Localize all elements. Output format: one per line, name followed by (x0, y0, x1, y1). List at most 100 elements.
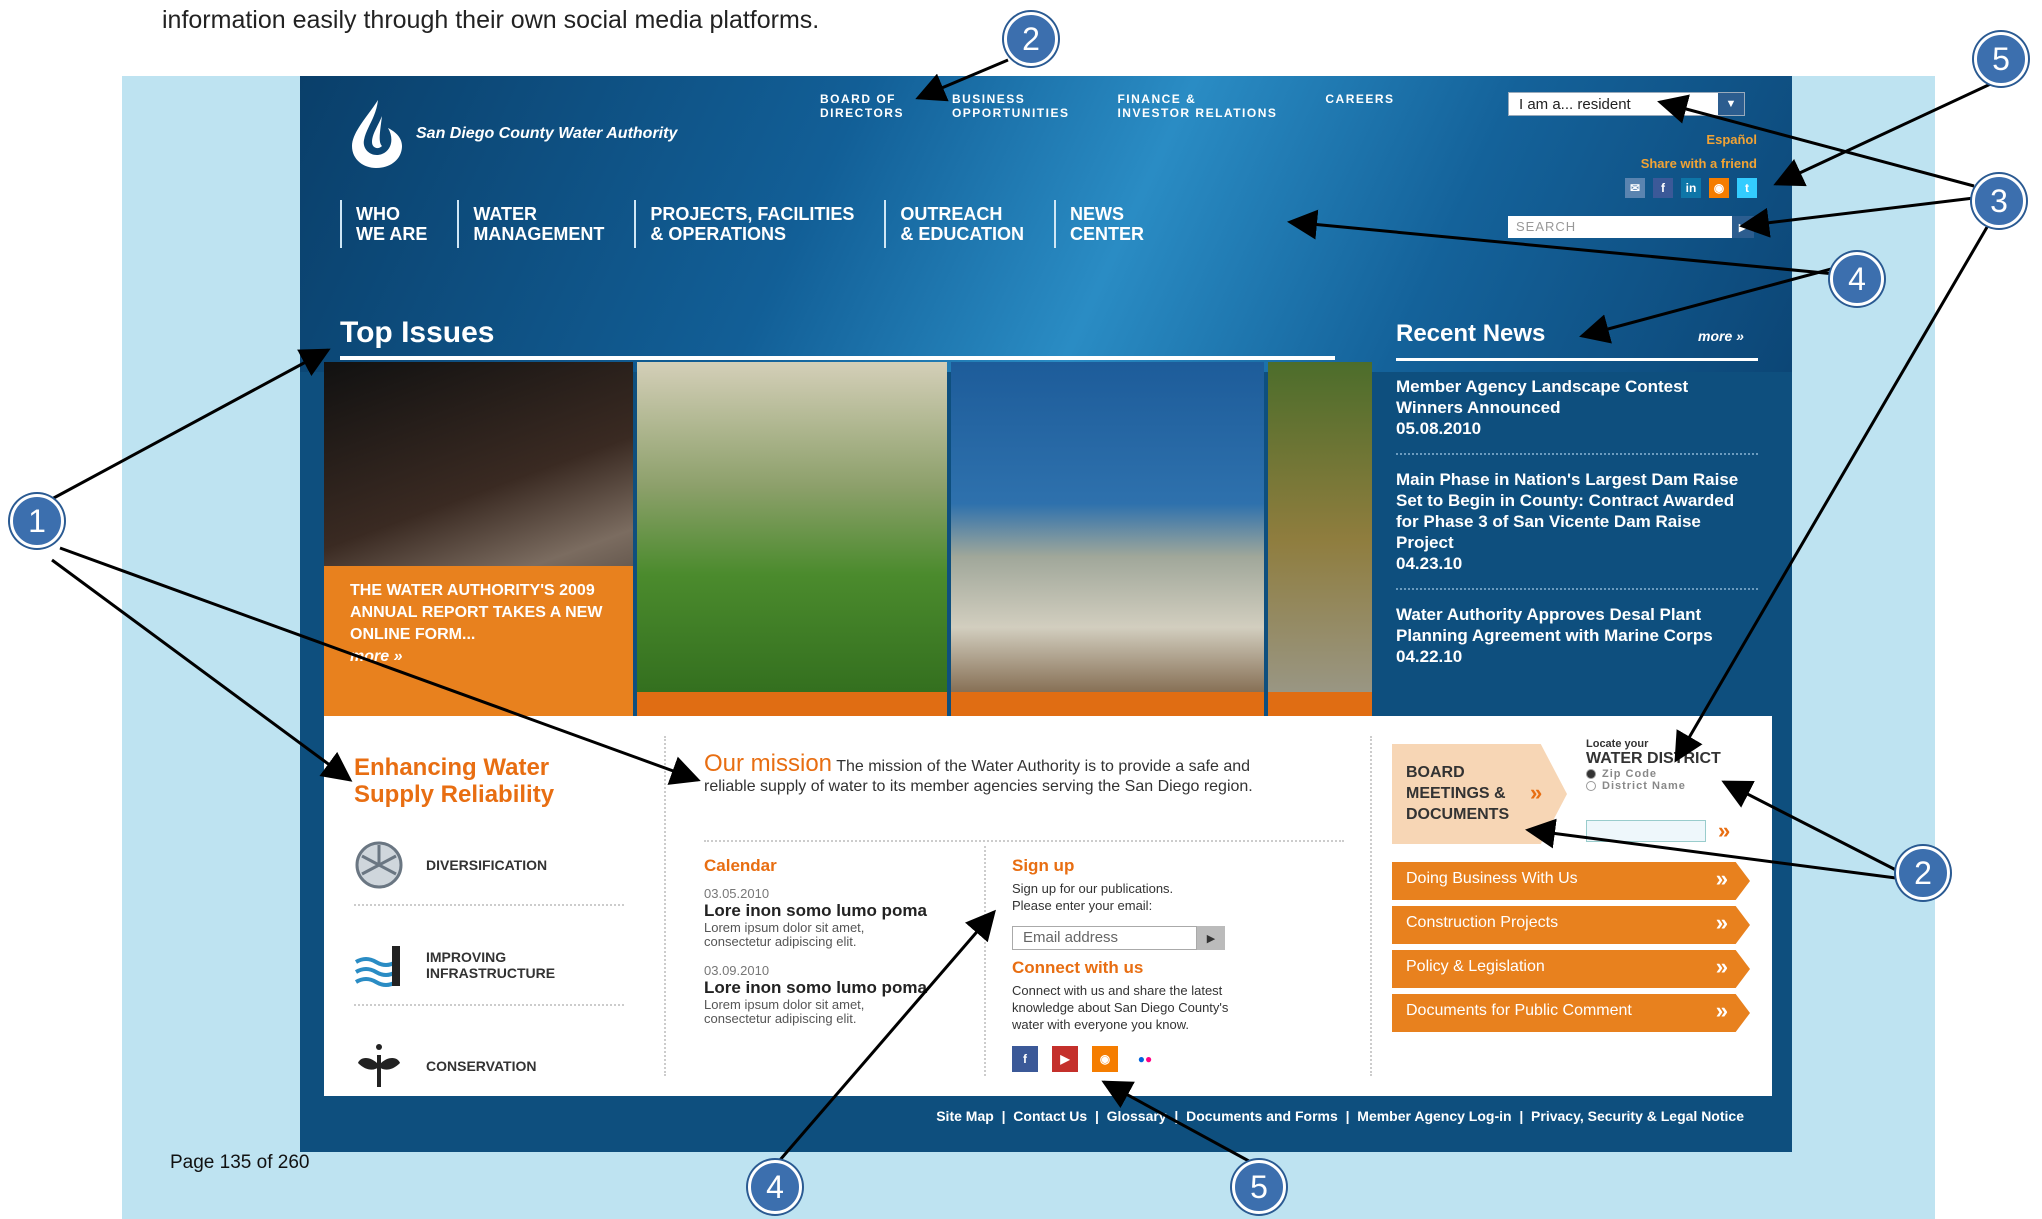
nav-outreach[interactable]: OUTREACH & EDUCATION (884, 200, 1038, 248)
nav-news-center[interactable]: NEWS CENTER (1054, 200, 1158, 248)
doing-business-button[interactable]: Doing Business With Us » (1392, 862, 1750, 900)
calendar-heading: Calendar (704, 856, 777, 875)
locate-small-label: Locate your (1586, 738, 1649, 750)
calendar-item[interactable]: 03.05.2010 Lore inon somo lumo poma Lore… (704, 886, 964, 949)
locate-district-widget: Locate your WATER DISTRICT Zip Code Dist… (1586, 738, 1721, 792)
espanol-link[interactable]: Español (1706, 132, 1757, 147)
nav-water-management[interactable]: WATER MANAGEMENT (457, 200, 618, 248)
annotation-badge-1: 1 (10, 494, 64, 548)
annotation-badge-5-top: 5 (1974, 32, 2028, 86)
board-meetings-button[interactable]: BOARD MEETINGS & DOCUMENTS » (1392, 744, 1567, 844)
slide-garden-image[interactable] (1268, 362, 1372, 716)
recent-news-list: Member Agency Landscape Contest Winners … (1396, 376, 1758, 695)
connect-text: Connect with us and share the latest kno… (1012, 983, 1229, 1032)
column-divider (664, 736, 666, 1076)
search-input[interactable]: SEARCH (1508, 216, 1732, 238)
footer-link-glossary[interactable]: Glossary (1107, 1108, 1167, 1124)
district-go-button[interactable]: » (1718, 818, 1730, 844)
slide-dam-image[interactable] (951, 362, 1264, 716)
twitter-icon[interactable]: t (1737, 178, 1757, 198)
slide-caption[interactable]: THE WATER AUTHORITY'S 2009 ANNUAL REPORT… (324, 566, 633, 716)
radio-district-name[interactable]: District Name (1586, 780, 1721, 792)
radio-zip-label: Zip Code (1602, 768, 1658, 780)
calendar-item[interactable]: 03.09.2010 Lore inon somo lumo poma Lore… (704, 963, 964, 1026)
footer-link-site-map[interactable]: Site Map (936, 1108, 994, 1124)
email-icon[interactable]: ✉ (1625, 178, 1645, 198)
footer-link-member-login[interactable]: Member Agency Log-in (1357, 1108, 1511, 1124)
radio-zip-code[interactable]: Zip Code (1586, 768, 1721, 780)
nav-projects[interactable]: PROJECTS, FACILITIES & OPERATIONS (634, 200, 868, 248)
signup-heading: Sign up (1012, 856, 1075, 875)
annotation-badge-4-bottom: 4 (748, 1160, 802, 1214)
news-item[interactable]: Water Authority Approves Desal Plant Pla… (1396, 604, 1758, 681)
construction-projects-button[interactable]: Construction Projects » (1392, 906, 1750, 944)
slide-tab[interactable] (951, 692, 1264, 716)
radio-unselected-icon[interactable] (1586, 781, 1596, 791)
search-button[interactable]: ▶ (1732, 216, 1754, 238)
enhancing-item-conservation[interactable]: CONSERVATION (354, 1026, 624, 1106)
enhancing-label: CONSERVATION (426, 1058, 537, 1074)
util-nav-finance[interactable]: FINANCE & INVESTOR RELATIONS (1117, 92, 1277, 120)
recent-news-more-link[interactable]: more » (1698, 328, 1744, 344)
linkedin-icon[interactable]: in (1681, 178, 1701, 198)
news-date: 05.08.2010 (1396, 419, 1482, 438)
recent-news-heading: Recent News (1396, 320, 1546, 347)
i-am-a-select[interactable]: I am a... resident ▼ (1508, 92, 1745, 116)
mission-heading: Our mission (704, 750, 833, 777)
flickr-icon[interactable]: ● ● (1132, 1046, 1158, 1072)
signup-text: Sign up for our publications. Please ent… (1012, 881, 1174, 913)
footer-link-documents[interactable]: Documents and Forms (1186, 1108, 1338, 1124)
enhancing-label: IMPROVING INFRASTRUCTURE (426, 949, 556, 981)
water-drop-logo-icon (352, 100, 402, 168)
radio-selected-icon[interactable] (1586, 769, 1596, 779)
news-item[interactable]: Main Phase in Nation's Largest Dam Raise… (1396, 469, 1758, 590)
footer-separator: | (1087, 1108, 1107, 1124)
double-chevron-right-icon: » (1715, 866, 1728, 891)
rss-icon[interactable]: ◉ (1092, 1046, 1118, 1072)
double-chevron-right-icon: » (1715, 910, 1728, 935)
rss-icon[interactable]: ◉ (1709, 178, 1729, 198)
slide-tab[interactable] (1268, 692, 1372, 716)
enhancing-label: DIVERSIFICATION (426, 857, 548, 873)
footer-separator: | (1337, 1108, 1358, 1124)
slide-sprinkler-image[interactable] (637, 362, 947, 716)
email-field[interactable]: Email address (1012, 926, 1197, 950)
share-link[interactable]: Share with a friend (1641, 156, 1757, 171)
chevron-down-icon[interactable]: ▼ (1718, 93, 1744, 115)
orange-button-label: Construction Projects (1406, 914, 1559, 931)
recent-news-divider (1396, 358, 1758, 361)
top-issues-heading: Top Issues (340, 316, 495, 349)
footer-link-privacy[interactable]: Privacy, Security & Legal Notice (1531, 1108, 1744, 1124)
enhancing-item-infrastructure[interactable]: IMPROVING INFRASTRUCTURE (354, 926, 624, 1006)
main-nav: WHO WE ARE WATER MANAGEMENT PROJECTS, FA… (340, 200, 1174, 248)
email-submit-button[interactable]: ▶ (1197, 926, 1225, 950)
orange-button-label: Policy & Legislation (1406, 958, 1545, 975)
annotation-badge-2-bottom: 2 (1896, 846, 1950, 900)
util-nav-business[interactable]: BUSINESS OPPORTUNITIES (952, 92, 1070, 120)
calendar-date: 03.05.2010 (704, 886, 770, 901)
site-logo[interactable]: San Diego County Water Authority (348, 98, 677, 170)
nav-who-we-are[interactable]: WHO WE ARE (340, 200, 441, 248)
facebook-icon[interactable]: f (1653, 178, 1673, 198)
calendar-event-name: Lore inon somo lumo poma (704, 978, 927, 997)
facebook-icon[interactable]: f (1012, 1046, 1038, 1072)
orange-button-list: Doing Business With Us » Construction Pro… (1392, 862, 1750, 1038)
slide-welder-image[interactable]: THE WATER AUTHORITY'S 2009 ANNUAL REPORT… (324, 362, 633, 716)
slide-tab[interactable] (637, 692, 947, 716)
public-comment-button[interactable]: Documents for Public Comment » (1392, 994, 1750, 1032)
slide-more-link[interactable]: more » (350, 646, 607, 668)
policy-legislation-button[interactable]: Policy & Legislation » (1392, 950, 1750, 988)
calendar-event-text: Lorem ipsum dolor sit amet, consectetur … (704, 920, 865, 949)
util-nav-board[interactable]: BOARD OF DIRECTORS (820, 92, 904, 120)
column-divider (984, 846, 986, 1076)
enhancing-item-diversification[interactable]: DIVERSIFICATION (354, 826, 624, 906)
annotation-badge-5-bottom: 5 (1232, 1160, 1286, 1214)
district-search-input[interactable] (1586, 820, 1706, 842)
util-nav-careers[interactable]: CAREERS (1325, 92, 1394, 120)
board-meetings-label: BOARD MEETINGS & DOCUMENTS (1406, 764, 1510, 823)
plant-sprout-icon (354, 1041, 404, 1091)
footer-link-contact[interactable]: Contact Us (1013, 1108, 1087, 1124)
youtube-icon[interactable]: ▶ (1052, 1046, 1078, 1072)
mission-statement: Our mission The mission of the Water Aut… (704, 752, 1304, 797)
news-item[interactable]: Member Agency Landscape Contest Winners … (1396, 376, 1758, 455)
